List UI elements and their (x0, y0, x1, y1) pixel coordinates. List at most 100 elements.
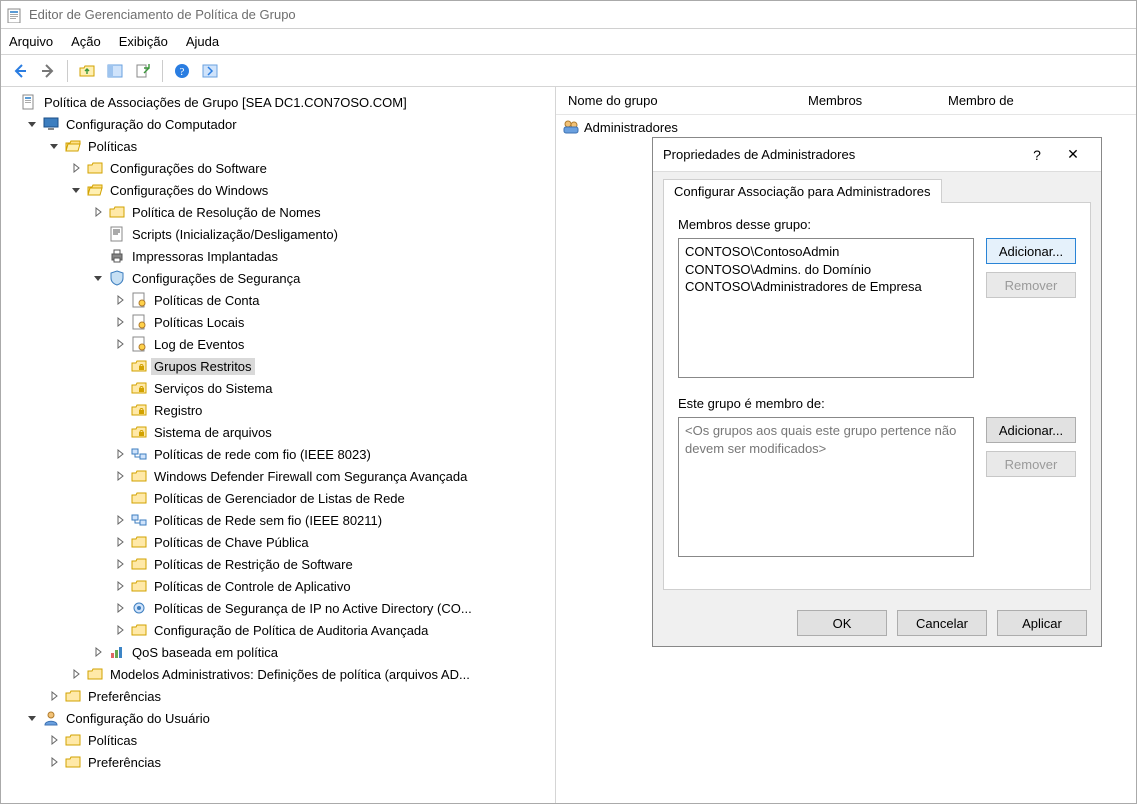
members-listbox[interactable]: CONTOSO\ContosoAdminCONTOSO\Admins. do D… (678, 238, 974, 378)
tree-software-restriction[interactable]: Políticas de Restrição de Software (1, 553, 555, 575)
tree-system-services[interactable]: Serviços do Sistema (1, 377, 555, 399)
tree-pane[interactable]: Política de Associações de Grupo [SEA DC… (1, 87, 556, 803)
tree-admin-templates[interactable]: Modelos Administrativos: Definições de p… (1, 663, 555, 685)
tree-filesystem[interactable]: Sistema de arquivos (1, 421, 555, 443)
folder-icon (131, 468, 147, 484)
expand-icon[interactable] (115, 449, 129, 459)
menu-action[interactable]: Ação (71, 34, 101, 49)
col-group-name[interactable]: Nome do grupo (556, 87, 796, 114)
expand-icon[interactable] (115, 559, 129, 569)
expand-icon[interactable] (49, 691, 63, 701)
tree-item-label: Políticas de rede com fio (IEEE 8023) (151, 446, 374, 463)
member-item[interactable]: CONTOSO\Admins. do Domínio (685, 261, 967, 279)
export-button[interactable] (130, 58, 156, 84)
menu-file[interactable]: Arquivo (9, 34, 53, 49)
collapse-icon[interactable] (27, 713, 41, 723)
tree-windows-settings[interactable]: Configurações do Windows (1, 179, 555, 201)
expand-icon[interactable] (115, 603, 129, 613)
apply-button[interactable]: Aplicar (997, 610, 1087, 636)
dialog-tabs: Configurar Associação para Administrador… (653, 172, 1101, 202)
tree-event-log[interactable]: Log de Eventos (1, 333, 555, 355)
cancel-button[interactable]: Cancelar (897, 610, 987, 636)
add-memberof-button[interactable]: Adicionar... (986, 417, 1076, 443)
tree-registry[interactable]: Registro (1, 399, 555, 421)
memberof-listbox[interactable]: <Os grupos aos quais este grupo pertence… (678, 417, 974, 557)
col-member-of[interactable]: Membro de (936, 87, 1136, 114)
chart-icon (109, 644, 125, 660)
tree-qos[interactable]: QoS baseada em política (1, 641, 555, 663)
collapse-icon[interactable] (49, 141, 63, 151)
tree-restricted-groups[interactable]: Grupos Restritos (1, 355, 555, 377)
expand-icon[interactable] (115, 295, 129, 305)
filter-button[interactable] (197, 58, 223, 84)
folder-icon (131, 622, 147, 638)
expand-icon[interactable] (115, 471, 129, 481)
folder-icon (131, 578, 147, 594)
tree-account-policies[interactable]: Políticas de Conta (1, 289, 555, 311)
tree-policies[interactable]: Políticas (1, 135, 555, 157)
expand-icon[interactable] (49, 757, 63, 767)
ok-button[interactable]: OK (797, 610, 887, 636)
tree-user-policies[interactable]: Políticas (1, 729, 555, 751)
tree-firewall[interactable]: Windows Defender Firewall com Segurança … (1, 465, 555, 487)
member-item[interactable]: CONTOSO\Administradores de Empresa (685, 278, 967, 296)
back-button[interactable] (7, 58, 33, 84)
dialog-help-button[interactable]: ? (1019, 141, 1055, 169)
expand-icon[interactable] (115, 537, 129, 547)
tree-item-label: Políticas de Restrição de Software (151, 556, 356, 573)
tab-configure-membership[interactable]: Configurar Associação para Administrador… (663, 179, 942, 203)
tree-name-resolution[interactable]: Política de Resolução de Nomes (1, 201, 555, 223)
expand-icon[interactable] (93, 207, 107, 217)
tree-wired-policies[interactable]: Políticas de rede com fio (IEEE 8023) (1, 443, 555, 465)
menu-help[interactable]: Ajuda (186, 34, 219, 49)
expand-icon[interactable] (115, 317, 129, 327)
tree-wireless-policies[interactable]: Políticas de Rede sem fio (IEEE 80211) (1, 509, 555, 531)
tree-local-policies[interactable]: Políticas Locais (1, 311, 555, 333)
tree-network-list[interactable]: Políticas de Gerenciador de Listas de Re… (1, 487, 555, 509)
tree-public-key[interactable]: Políticas de Chave Pública (1, 531, 555, 553)
expand-icon[interactable] (49, 735, 63, 745)
member-item[interactable]: CONTOSO\ContosoAdmin (685, 243, 967, 261)
tree-root[interactable]: Política de Associações de Grupo [SEA DC… (1, 91, 555, 113)
expand-icon[interactable] (115, 625, 129, 635)
tree-computer-config[interactable]: Configuração do Computador (1, 113, 555, 135)
tree-preferences[interactable]: Preferências (1, 685, 555, 707)
collapse-icon[interactable] (27, 119, 41, 129)
tree-security-settings[interactable]: Configurações de Segurança (1, 267, 555, 289)
forward-button[interactable] (35, 58, 61, 84)
collapse-icon[interactable] (71, 185, 85, 195)
expand-icon[interactable] (93, 647, 107, 657)
tree-software-settings[interactable]: Configurações do Software (1, 157, 555, 179)
show-hide-tree-button[interactable] (102, 58, 128, 84)
expand-icon[interactable] (115, 515, 129, 525)
menu-view[interactable]: Exibição (119, 34, 168, 49)
tree-user-preferences[interactable]: Preferências (1, 751, 555, 773)
tree-item-label: Configurações do Windows (107, 182, 271, 199)
expand-icon[interactable] (71, 163, 85, 173)
list-row[interactable]: Administradores (556, 115, 1136, 139)
user-icon (43, 710, 59, 726)
script-icon (109, 226, 125, 242)
help-button[interactable]: ? (169, 58, 195, 84)
expand-icon[interactable] (115, 581, 129, 591)
tree-user-config[interactable]: Configuração do Usuário (1, 707, 555, 729)
tree-item-label: Configuração do Usuário (63, 710, 213, 727)
properties-dialog: Propriedades de Administradores ? ✕ Conf… (652, 137, 1102, 647)
tree-audit-config[interactable]: Configuração de Política de Auditoria Av… (1, 619, 555, 641)
tree-ipsec[interactable]: Políticas de Segurança de IP no Active D… (1, 597, 555, 619)
tree-item-label: Políticas de Segurança de IP no Active D… (151, 600, 475, 617)
tree-item-label: Scripts (Inicialização/Desligamento) (129, 226, 341, 243)
tree-scripts[interactable]: Scripts (Inicialização/Desligamento) (1, 223, 555, 245)
add-member-button[interactable]: Adicionar... (986, 238, 1076, 264)
collapse-icon[interactable] (93, 273, 107, 283)
tree-item-label: Políticas (85, 138, 140, 155)
col-members[interactable]: Membros (796, 87, 936, 114)
dialog-close-button[interactable]: ✕ (1055, 141, 1091, 169)
expand-icon[interactable] (71, 669, 85, 679)
expand-icon[interactable] (115, 339, 129, 349)
tree-app-control[interactable]: Políticas de Controle de Aplicativo (1, 575, 555, 597)
folderopen-icon (87, 182, 103, 198)
up-folder-button[interactable] (74, 58, 100, 84)
tree-item-label: Políticas (85, 732, 140, 749)
tree-printers[interactable]: Impressoras Implantadas (1, 245, 555, 267)
